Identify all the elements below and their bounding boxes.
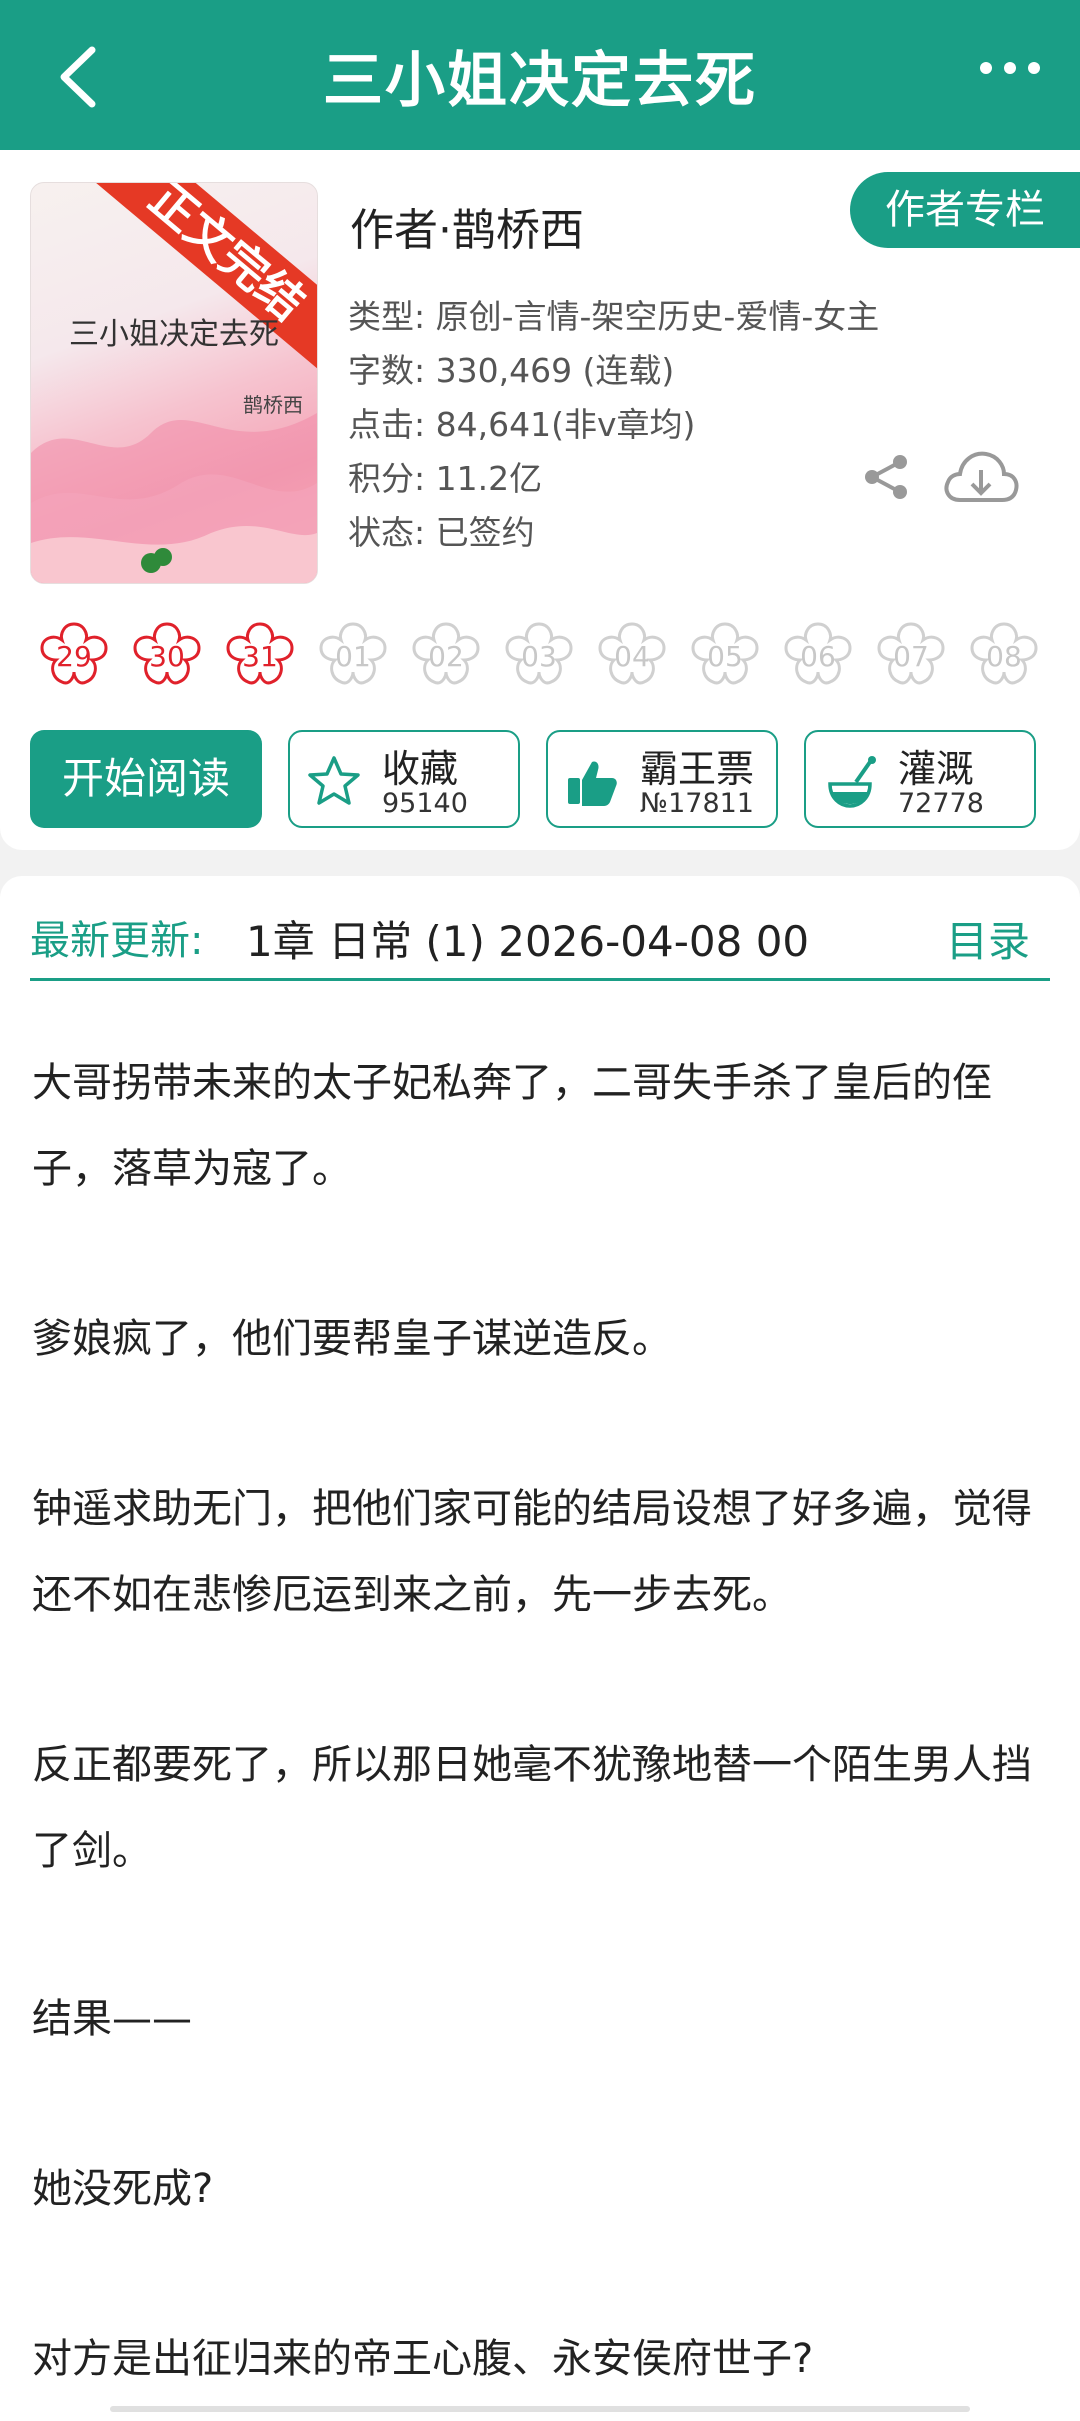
- latest-update-card[interactable]: 最新更新: 1章 日常 (1) 2026-04-08 00 目录: [0, 876, 1080, 1016]
- rating-flower[interactable]: 05: [685, 616, 765, 696]
- more-options-icon[interactable]: [980, 62, 1040, 82]
- book-meta: 类型: 原创-言情-架空历史-爱情-女主 字数: 330,469 (连载) 点击…: [348, 290, 879, 560]
- synopsis-paragraph: 她没死成?: [32, 2166, 214, 2212]
- collect-button[interactable]: 收藏 95140: [288, 730, 520, 828]
- collect-count: 95140: [382, 788, 468, 819]
- synopsis-paragraph: 大哥拐带未来的太子妃私奔了，二哥失手杀了皇后的侄子，落草为寇了。: [32, 1060, 992, 1192]
- rating-label: 07: [893, 640, 929, 673]
- meta-word-count: 字数: 330,469 (连载): [348, 351, 675, 390]
- author-name[interactable]: 作者·鹊桥西: [350, 194, 584, 258]
- book-info-card: 正文完结 三小姐决定去死 鹊桥西 作者·鹊桥西 作者专栏 类型: 原创-言情-架…: [0, 150, 1080, 850]
- rating-flower[interactable]: 02: [406, 616, 486, 696]
- watering-bottle-icon: [828, 756, 876, 808]
- page-title: 三小姐决定去死: [323, 45, 757, 116]
- rating-flowers: 29 30 31 01 02 03 04 05 06 07 08: [34, 616, 1044, 696]
- synopsis-paragraph: 反正都要死了，所以那日她毫不犹豫地替一个陌生男人挡了剑。: [32, 1742, 1032, 1874]
- latest-update-text[interactable]: 1章 日常 (1) 2026-04-08 00: [246, 908, 896, 969]
- back-arrow-icon[interactable]: [52, 42, 112, 112]
- ticket-label: 霸王票: [640, 747, 755, 791]
- thumbs-up-icon: [568, 761, 617, 806]
- water-count: 72778: [898, 788, 984, 819]
- rating-label: 02: [428, 640, 464, 673]
- rating-flower[interactable]: 29: [34, 616, 114, 696]
- synopsis-paragraph: 爹娘疯了，他们要帮皇子谋逆造反。: [32, 1316, 672, 1362]
- rating-label: 04: [614, 640, 650, 673]
- author-column-button[interactable]: 作者专栏: [850, 172, 1080, 248]
- synopsis: 大哥拐带未来的太子妃私奔了，二哥失手杀了皇后的侄子，落草为寇了。 爹娘疯了，他们…: [0, 1016, 1080, 2421]
- collect-label: 收藏: [382, 747, 459, 791]
- synopsis-paragraph: 对方是出征归来的帝王心腹、永安侯府世子?: [32, 2336, 814, 2382]
- ticket-count: №17811: [640, 788, 754, 819]
- rating-label: 08: [986, 640, 1022, 673]
- start-reading-button[interactable]: 开始阅读: [30, 730, 262, 828]
- rating-label: 30: [149, 640, 185, 673]
- ticket-button[interactable]: 霸王票 №17811: [546, 730, 778, 828]
- meta-status: 状态: 已签约: [348, 513, 535, 552]
- rating-flower[interactable]: 08: [964, 616, 1044, 696]
- rating-label: 06: [800, 640, 836, 673]
- book-cover[interactable]: 正文完结 三小姐决定去死 鹊桥西: [30, 182, 318, 584]
- rating-flower[interactable]: 07: [871, 616, 951, 696]
- rating-label: 05: [707, 640, 743, 673]
- meta-clicks: 点击: 84,641(非v章均): [348, 405, 696, 444]
- rating-label: 31: [242, 640, 278, 673]
- catalog-link[interactable]: 目录: [946, 908, 1030, 969]
- rating-flower[interactable]: 04: [592, 616, 672, 696]
- download-cloud-icon[interactable]: [940, 446, 1022, 508]
- meta-type: 类型: 原创-言情-架空历史-爱情-女主: [348, 297, 880, 336]
- rating-flower[interactable]: 31: [220, 616, 300, 696]
- action-bar: 开始阅读 收藏 95140 霸王票 №17811 灌溉 72778: [30, 730, 1036, 828]
- cover-title: 三小姐决定去死: [69, 317, 279, 352]
- cover-author: 鹊桥西: [243, 393, 303, 417]
- scroll-indicator: [110, 2406, 970, 2412]
- rating-flower[interactable]: 03: [499, 616, 579, 696]
- meta-score: 积分: 11.2亿: [348, 459, 543, 498]
- rating-label: 29: [56, 640, 92, 673]
- water-button[interactable]: 灌溉 72778: [804, 730, 1036, 828]
- divider: [30, 978, 1050, 981]
- rating-flower[interactable]: 01: [313, 616, 393, 696]
- rating-label: 01: [335, 640, 371, 673]
- top-bar: 三小姐决定去死: [0, 0, 1080, 150]
- star-icon: [308, 756, 360, 805]
- water-label: 灌溉: [898, 747, 975, 791]
- latest-update-label: 最新更新:: [30, 918, 204, 964]
- synopsis-paragraph: 钟遥求助无门，把他们家可能的结局设想了好多遍，觉得还不如在悲惨厄运到来之前，先一…: [32, 1486, 1032, 1618]
- synopsis-paragraph: 结果——: [32, 1996, 192, 2042]
- share-icon[interactable]: [862, 452, 912, 502]
- rating-label: 03: [521, 640, 557, 673]
- rating-flower[interactable]: 06: [778, 616, 858, 696]
- rating-flower[interactable]: 30: [127, 616, 207, 696]
